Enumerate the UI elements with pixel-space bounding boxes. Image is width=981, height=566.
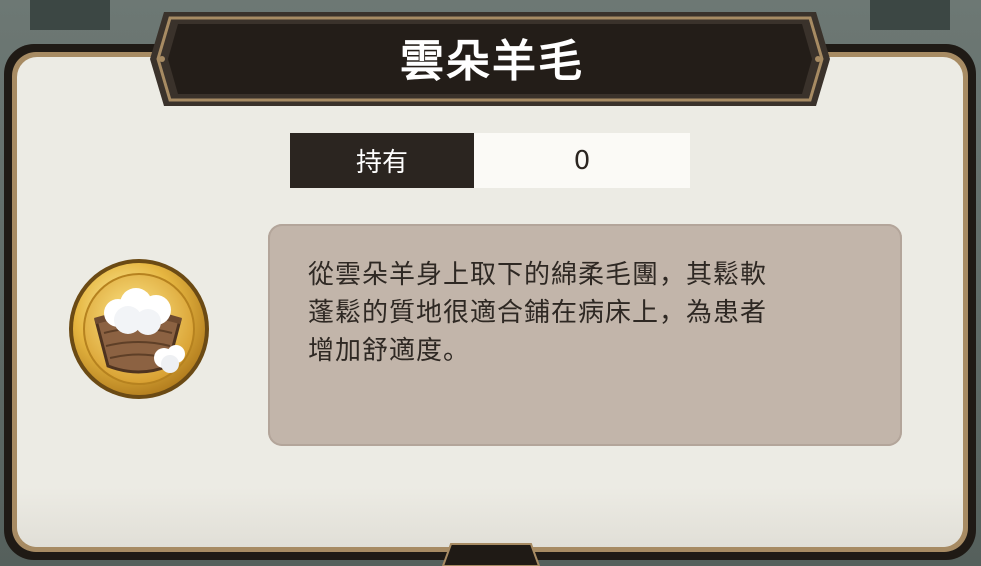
background-shape — [870, 0, 950, 30]
background-shape — [30, 0, 110, 30]
dialog-title: 雲朵羊毛 — [400, 36, 584, 87]
wool-basket-icon — [69, 259, 209, 399]
owned-label: 持有 — [290, 133, 474, 188]
panel-shade — [17, 487, 963, 547]
owned-count: 0 — [474, 133, 690, 188]
item-description: 從雲朵羊身上取下的綿柔毛團，其鬆軟 蓬鬆的質地很適合鋪在病床上，為患者 增加舒適… — [308, 260, 768, 366]
bottom-tab-decoration — [441, 543, 541, 566]
item-icon — [68, 258, 210, 400]
item-description-box: 從雲朵羊身上取下的綿柔毛團，其鬆軟 蓬鬆的質地很適合鋪在病床上，為患者 增加舒適… — [268, 224, 902, 446]
